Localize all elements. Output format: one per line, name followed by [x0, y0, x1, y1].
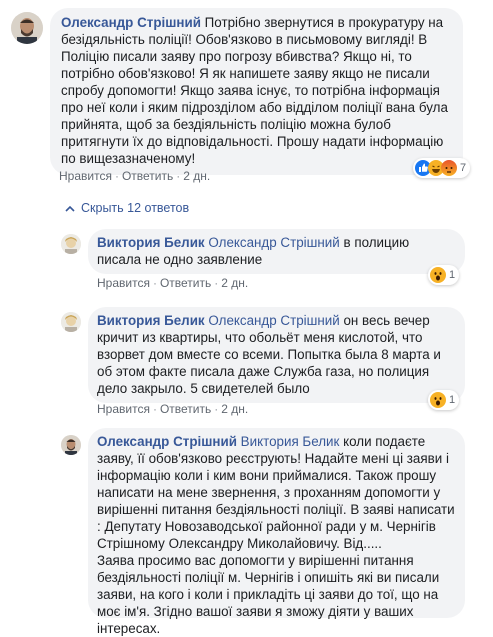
- like-link[interactable]: Нравится: [97, 402, 150, 416]
- reactions-count: 1: [449, 394, 456, 406]
- reply-mention[interactable]: Виктория Белик: [241, 434, 340, 449]
- hide-replies-label: Скрыть 12 ответов: [81, 201, 190, 215]
- timestamp[interactable]: 2 дн.: [183, 169, 210, 183]
- reactions-badge[interactable]: 7: [413, 158, 471, 178]
- avatar[interactable]: [61, 435, 81, 455]
- comment-bubble: Олександр Стрішний Потрібно звернутися в…: [50, 8, 463, 175]
- reply-bubble: Виктория Белик Олександр Стрішний в поли…: [88, 229, 465, 274]
- comment-author[interactable]: Олександр Стрішний: [61, 15, 201, 30]
- hide-replies-toggle[interactable]: Скрыть 12 ответов: [65, 201, 189, 215]
- reply-bubble: Олександр Стрішний Виктория Белик коли п…: [88, 428, 465, 636]
- reply-actions: Нравится · Ответить · 2 дн.: [97, 402, 249, 416]
- reply-bubble: Виктория Белик Олександр Стрішний он вес…: [88, 307, 465, 403]
- reactions-count: 1: [449, 269, 456, 281]
- avatar[interactable]: [61, 234, 81, 254]
- like-link[interactable]: Нравится: [59, 169, 112, 183]
- reply-mention[interactable]: Олександр Стрішний: [208, 313, 339, 328]
- comment-text: Потрібно звернутися в прокуратуру на без…: [61, 15, 448, 166]
- reply-author[interactable]: Виктория Белик: [97, 313, 205, 328]
- reply-author[interactable]: Олександр Стрішний: [97, 434, 237, 449]
- reply-text: коли подаєте заяву, її обов'язково реєст…: [97, 434, 455, 551]
- wow-reaction-icon: [430, 392, 446, 408]
- avatar[interactable]: [11, 12, 43, 44]
- reactions-count: 7: [460, 162, 467, 174]
- chevron-up-icon: [65, 205, 75, 212]
- reply-text-continued: Заява просимо вас допомогти у вирішенні …: [97, 553, 440, 636]
- reply-link[interactable]: Ответить: [160, 402, 211, 416]
- avatar[interactable]: [61, 312, 81, 332]
- reply-link[interactable]: Ответить: [160, 276, 211, 290]
- timestamp[interactable]: 2 дн.: [221, 276, 248, 290]
- reactions-badge[interactable]: 1: [428, 390, 460, 410]
- angry-reaction-icon: [441, 160, 457, 176]
- wow-reaction-icon: [430, 267, 446, 283]
- like-link[interactable]: Нравится: [97, 276, 150, 290]
- reactions-badge[interactable]: 1: [428, 265, 460, 285]
- reply-mention[interactable]: Олександр Стрішний: [208, 235, 339, 250]
- reply-actions: Нравится · Ответить · 2 дн.: [97, 276, 249, 290]
- timestamp[interactable]: 2 дн.: [221, 402, 248, 416]
- reply-author[interactable]: Виктория Белик: [97, 235, 205, 250]
- reply-link[interactable]: Ответить: [122, 169, 173, 183]
- comment-actions: Нравится · Ответить · 2 дн.: [59, 169, 211, 183]
